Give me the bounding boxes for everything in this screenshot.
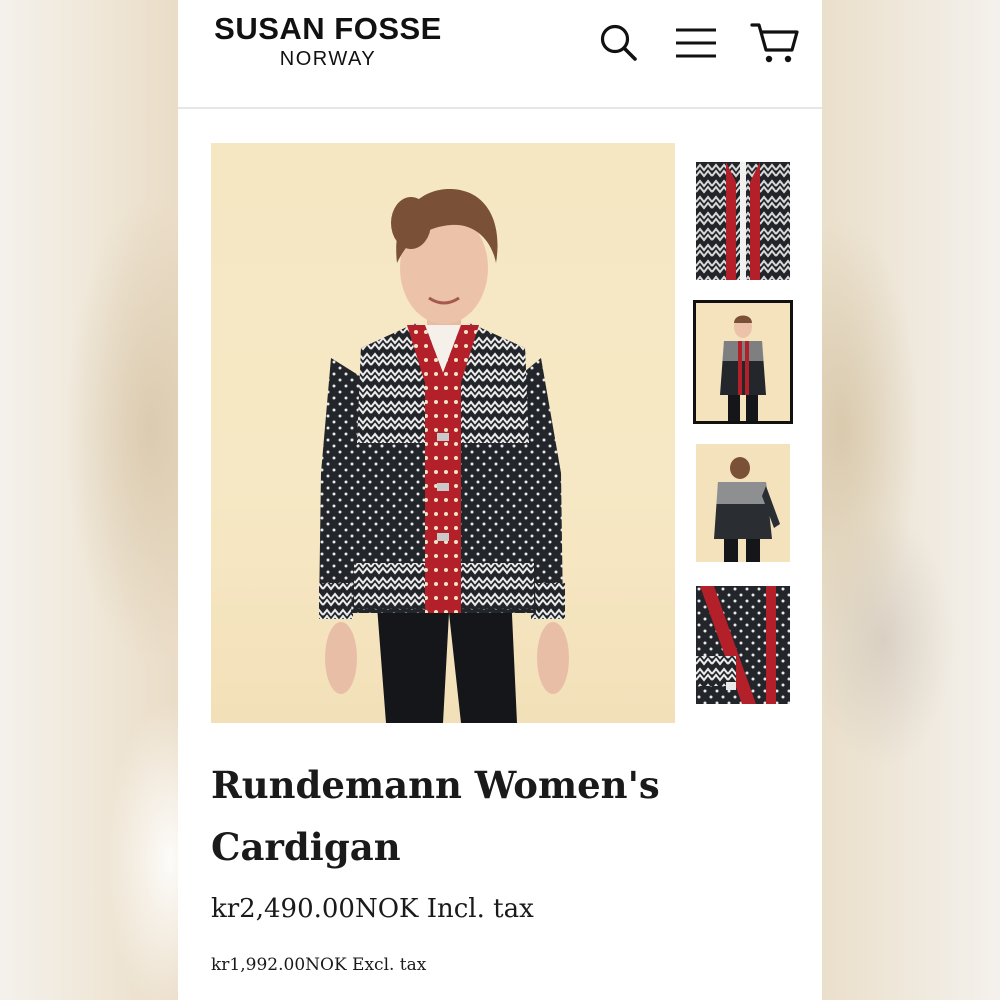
site-header: SUSAN FOSSE NORWAY	[178, 0, 822, 109]
cart-button[interactable]	[750, 20, 800, 66]
brand-logo[interactable]: SUSAN FOSSE NORWAY	[210, 12, 446, 72]
thumbnail-model-back[interactable]	[696, 444, 790, 562]
thumbnail-model-front[interactable]	[693, 300, 793, 424]
cardigan-side-thumbnail	[696, 586, 790, 704]
price-incl-tax: kr2,490.00NOK Incl. tax	[211, 894, 534, 924]
thumbnail-detail-side[interactable]	[696, 586, 790, 704]
cardigan-photo	[319, 188, 569, 723]
blurred-background-right	[822, 0, 1000, 1000]
menu-icon	[676, 28, 716, 58]
blurred-background-left	[0, 0, 178, 1000]
brand-name: SUSAN FOSSE	[214, 11, 442, 46]
product-main-image[interactable]	[211, 143, 675, 723]
brand-subtitle: NORWAY	[279, 48, 377, 70]
search-button[interactable]	[598, 22, 640, 64]
price-excl-tax: kr1,992.00NOK Excl. tax	[211, 955, 427, 975]
cardigan-detail-thumbnail	[696, 162, 790, 280]
model-front-thumbnail	[696, 303, 790, 421]
cart-icon	[750, 23, 799, 63]
model-back-thumbnail	[696, 444, 790, 562]
product-page: SUSAN FOSSE NORWAY Rundemann Women's Car…	[178, 0, 822, 1000]
search-icon	[600, 24, 637, 61]
product-title: Rundemann Women's Cardigan	[211, 763, 660, 869]
thumbnail-detail-front[interactable]	[696, 162, 790, 280]
menu-button[interactable]	[674, 26, 718, 60]
